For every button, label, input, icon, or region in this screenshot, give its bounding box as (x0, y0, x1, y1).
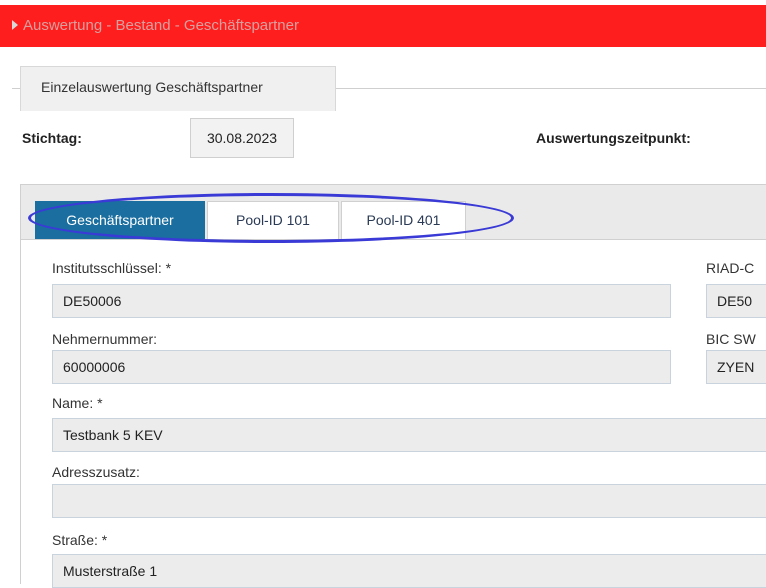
institutsschluessel-field[interactable]: DE50006 (52, 284, 671, 318)
name-field[interactable]: Testbank 5 KEV (52, 418, 766, 452)
page-title: Auswertung - Bestand - Geschäftspartner (23, 17, 299, 34)
riad-label: RIAD-C (706, 260, 755, 276)
institutsschluessel-label: Institutsschlüssel: * (52, 260, 172, 276)
stichtag-field[interactable]: 30.08.2023 (190, 118, 294, 158)
tab-geschaeftspartner[interactable]: Geschäftspartner (35, 201, 205, 239)
stichtag-label: Stichtag: (22, 130, 82, 146)
adresszusatz-label: Adresszusatz: (52, 464, 140, 480)
section-legend: Einzelauswertung Geschäftspartner (20, 66, 336, 111)
strasse-field[interactable]: Musterstraße 1 (52, 554, 766, 588)
tab-pool-id-101[interactable]: Pool-ID 101 (207, 201, 339, 239)
bic-field[interactable]: ZYEN (706, 350, 766, 384)
tab-pool-id-401[interactable]: Pool-ID 401 (341, 201, 466, 239)
bic-label: BIC SW (706, 331, 756, 347)
tab-panel (20, 184, 766, 584)
riad-field[interactable]: DE50 (706, 284, 766, 318)
caret-right-icon[interactable] (12, 20, 18, 30)
title-bar: Auswertung - Bestand - Geschäftspartner (0, 5, 766, 47)
strasse-label: Straße: * (52, 532, 108, 548)
nehmernummer-field[interactable]: 60000006 (52, 350, 671, 384)
auswertungszeitpunkt-label: Auswertungszeitpunkt: (536, 130, 691, 146)
name-label: Name: * (52, 395, 103, 411)
section-legend-label: Einzelauswertung Geschäftspartner (41, 79, 263, 95)
nehmernummer-label: Nehmernummer: (52, 331, 158, 347)
adresszusatz-field[interactable] (52, 484, 766, 518)
